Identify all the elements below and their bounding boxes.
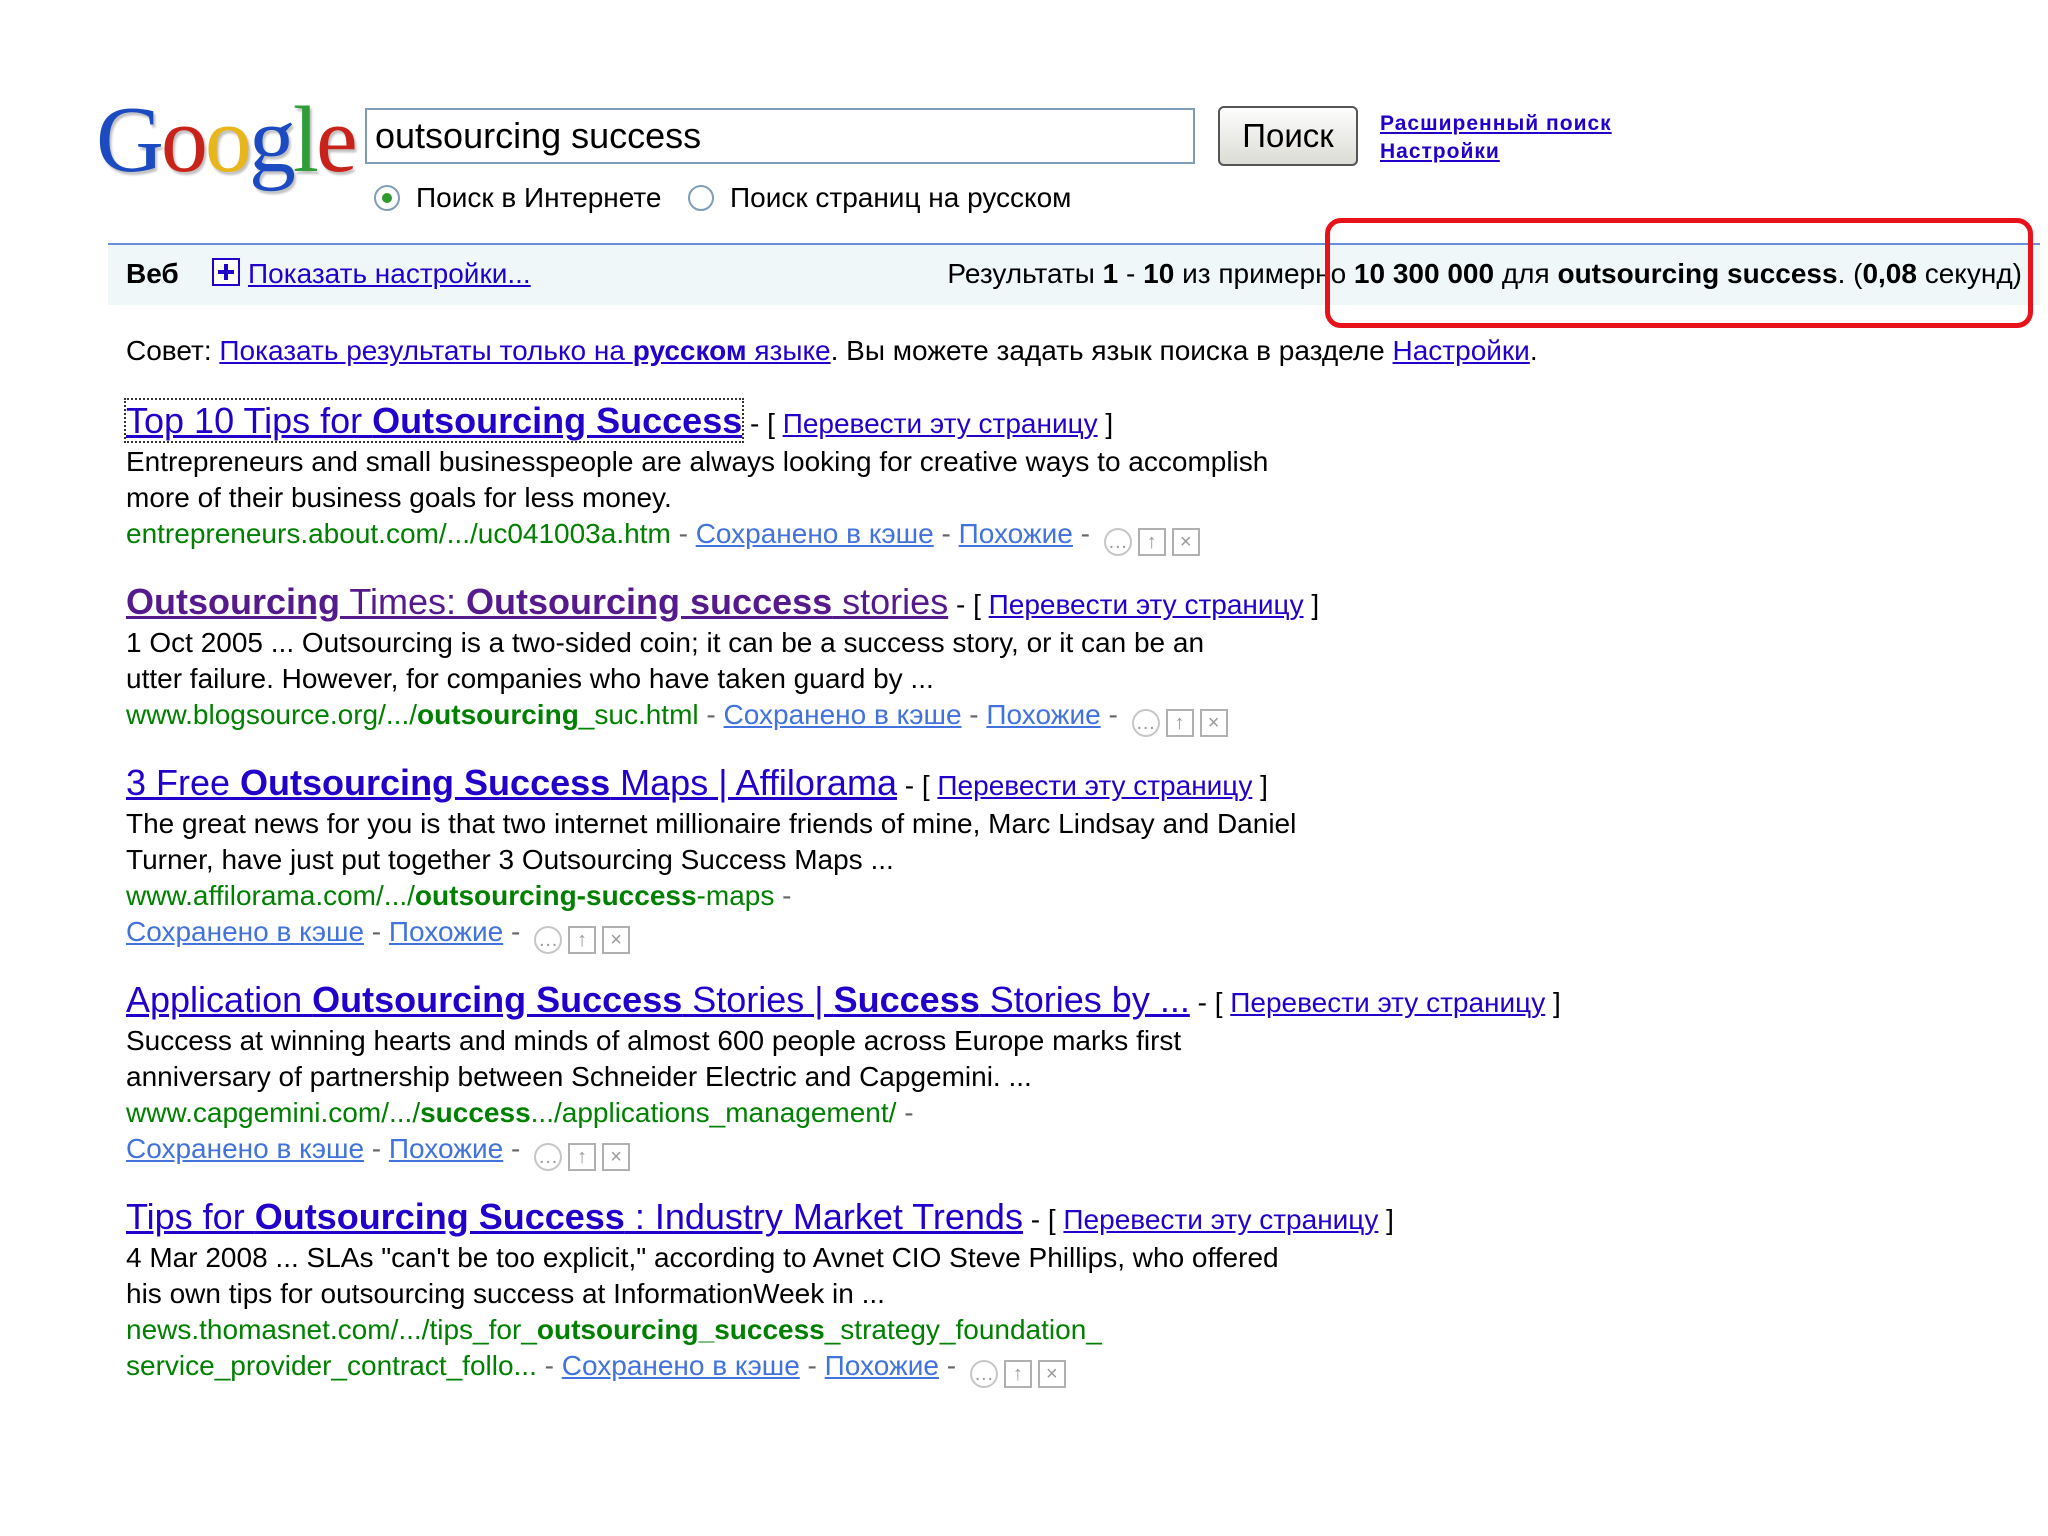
comment-icon[interactable]: …: [1131, 709, 1160, 737]
translate-link[interactable]: Перевести эту страницу: [1063, 1204, 1378, 1235]
radio-button-checked[interactable]: [374, 185, 400, 211]
result-title-link[interactable]: Tips for Outsourcing Success : Industry …: [126, 1196, 1023, 1237]
translate-link[interactable]: Перевести эту страницу: [937, 770, 1252, 801]
result-url-line: www.blogsource.org/.../outsourcing_suc.h…: [126, 697, 1546, 737]
result-url-line: www.affilorama.com/.../outsourcing-succe…: [126, 878, 1546, 954]
cached-link[interactable]: Сохранено в кэше: [126, 1133, 364, 1164]
russian-only-link[interactable]: Показать результаты только на русском яз…: [219, 335, 830, 366]
comment-icon[interactable]: …: [534, 926, 563, 954]
result-snippet: Entrepreneurs and small businesspeople a…: [126, 446, 1269, 513]
search-result: 3 Free Outsourcing Success Maps | Affilo…: [126, 762, 1546, 954]
radio-russian-option[interactable]: Поиск страниц на русском: [688, 182, 1071, 214]
advanced-search-link[interactable]: Расширенный поиск: [1380, 112, 1612, 136]
translate-link[interactable]: Перевести эту страницу: [783, 408, 1098, 439]
settings-link[interactable]: Настройки: [1380, 140, 1500, 164]
logo-letter: o: [160, 88, 208, 192]
radio-russian-label: Поиск страниц на русском: [730, 182, 1072, 213]
similar-link[interactable]: Похожие: [959, 518, 1073, 549]
result-snippet: 1 Oct 2005 ... Outsourcing is a two-side…: [126, 627, 1205, 694]
radio-web-label: Поиск в Интернете: [416, 182, 662, 213]
result-title-link[interactable]: Application Outsourcing Success Stories …: [126, 979, 1190, 1020]
search-input[interactable]: [365, 108, 1195, 164]
logo-letter: g: [248, 88, 296, 192]
result-url-line: www.capgemini.com/.../success.../applica…: [126, 1095, 1546, 1171]
red-highlight-annotation: [1325, 218, 2033, 328]
similar-link[interactable]: Похожие: [825, 1350, 939, 1381]
remove-icon[interactable]: ×: [1199, 709, 1228, 737]
promote-icon[interactable]: ↑: [1165, 709, 1194, 737]
cached-link[interactable]: Сохранено в кэше: [562, 1350, 800, 1381]
remove-icon[interactable]: ×: [1171, 528, 1200, 556]
tip-line: Совет: Показать результаты только на рус…: [126, 335, 1538, 366]
search-result: Outsourcing Times: Outsourcing success s…: [126, 581, 1546, 737]
logo-letter: G: [96, 88, 164, 192]
cached-link[interactable]: Сохранено в кэше: [724, 699, 962, 730]
show-options-link[interactable]: Показать настройки...: [248, 258, 531, 290]
logo-letter: o: [204, 88, 252, 192]
remove-icon[interactable]: ×: [1037, 1360, 1066, 1388]
plus-icon[interactable]: [212, 258, 240, 286]
similar-link[interactable]: Похожие: [389, 916, 503, 947]
result-title-link[interactable]: Top 10 Tips for Outsourcing Success: [123, 398, 745, 443]
similar-link[interactable]: Похожие: [389, 1133, 503, 1164]
result-snippet: Success at winning hearts and minds of a…: [126, 1025, 1182, 1092]
radio-web-option[interactable]: Поиск в Интернете: [374, 182, 661, 214]
search-result: Tips for Outsourcing Success : Industry …: [126, 1196, 1546, 1388]
result-title-link[interactable]: Outsourcing Times: Outsourcing success s…: [126, 581, 948, 622]
result-snippet: 4 Mar 2008 ... SLAs "can't be too explic…: [126, 1242, 1279, 1309]
remove-icon[interactable]: ×: [602, 926, 631, 954]
similar-link[interactable]: Похожие: [986, 699, 1100, 730]
radio-button-unchecked[interactable]: [688, 185, 714, 211]
tip-settings-link[interactable]: Настройки: [1393, 335, 1530, 366]
result-url-line: news.thomasnet.com/.../tips_for_outsourc…: [126, 1312, 1546, 1388]
google-logo[interactable]: Google: [96, 88, 358, 192]
comment-icon[interactable]: …: [534, 1143, 563, 1171]
remove-icon[interactable]: ×: [602, 1143, 631, 1171]
search-result: Top 10 Tips for Outsourcing Success - [ …: [123, 398, 1546, 556]
promote-icon[interactable]: ↑: [1003, 1360, 1032, 1388]
result-snippet: The great news for you is that two inter…: [126, 808, 1297, 875]
result-url-line: entrepreneurs.about.com/.../uc041003a.ht…: [126, 516, 1546, 556]
search-button[interactable]: Поиск: [1218, 106, 1358, 166]
web-tab-label: Веб: [126, 258, 179, 289]
logo-letter: l: [292, 88, 319, 192]
translate-link[interactable]: Перевести эту страницу: [989, 589, 1304, 620]
cached-link[interactable]: Сохранено в кэше: [126, 916, 364, 947]
comment-icon[interactable]: …: [1103, 528, 1132, 556]
result-title-link[interactable]: 3 Free Outsourcing Success Maps | Affilo…: [126, 762, 897, 803]
cached-link[interactable]: Сохранено в кэше: [696, 518, 934, 549]
search-result: Application Outsourcing Success Stories …: [126, 979, 1561, 1171]
promote-icon[interactable]: ↑: [568, 1143, 597, 1171]
translate-link[interactable]: Перевести эту страницу: [1230, 987, 1545, 1018]
comment-icon[interactable]: …: [969, 1360, 998, 1388]
promote-icon[interactable]: ↑: [1137, 528, 1166, 556]
promote-icon[interactable]: ↑: [568, 926, 597, 954]
logo-letter: e: [316, 88, 358, 192]
